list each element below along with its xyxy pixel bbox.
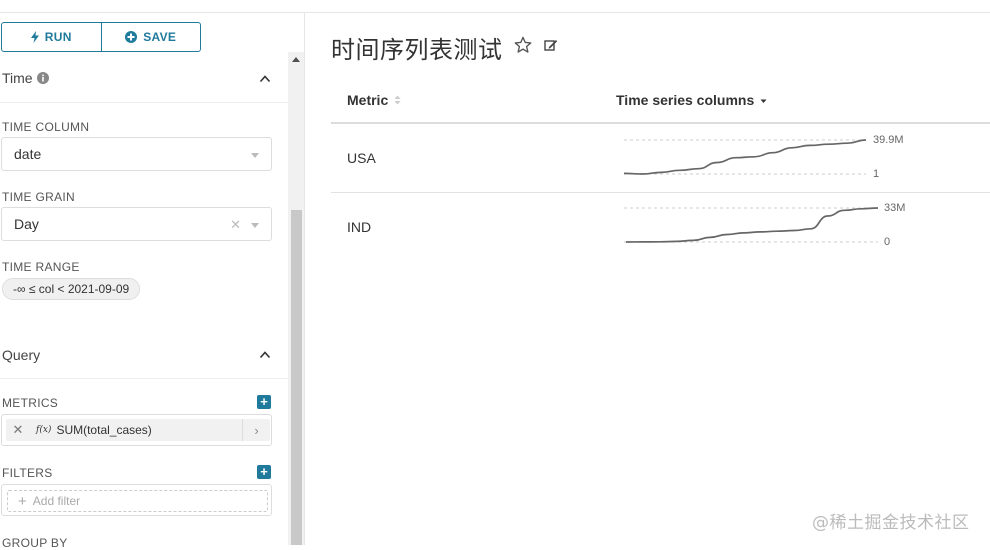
filters-field[interactable]: + Add filter bbox=[1, 484, 272, 516]
bolt-icon bbox=[30, 31, 39, 43]
sparkline-max-label: 39.9M bbox=[873, 134, 904, 146]
watermark: @稀土掘金技术社区 bbox=[812, 513, 970, 533]
time-series-header-label: Time series columns bbox=[616, 92, 755, 108]
sparkline-path bbox=[623, 139, 867, 175]
info-icon bbox=[36, 72, 49, 84]
save-button[interactable]: SAVE bbox=[100, 23, 201, 51]
metric-header-label: Metric bbox=[347, 92, 389, 108]
filters-label: FILTERS bbox=[2, 466, 53, 480]
time-section-header[interactable]: Time bbox=[2, 70, 49, 86]
time-column-select[interactable]: date bbox=[1, 137, 272, 171]
save-label: SAVE bbox=[143, 30, 177, 44]
table-row-metric: USA bbox=[347, 150, 376, 166]
time-grain-select[interactable]: Day ✕ bbox=[1, 207, 272, 241]
time-grain-value: Day bbox=[14, 216, 39, 232]
chevron-up-icon[interactable] bbox=[259, 349, 271, 361]
action-buttons: RUN SAVE bbox=[1, 22, 201, 52]
metrics-label: METRICS bbox=[2, 396, 59, 410]
run-label: RUN bbox=[44, 30, 72, 44]
fx-icon: f(x) bbox=[36, 425, 52, 435]
dropdown-caret-icon bbox=[251, 223, 259, 228]
chevron-up-icon[interactable] bbox=[259, 73, 271, 85]
clear-icon[interactable]: ✕ bbox=[230, 217, 241, 233]
sparkline-ind: 33M 0 bbox=[624, 202, 905, 248]
query-section-header[interactable]: Query bbox=[2, 347, 40, 363]
metric-column-header[interactable]: Metric bbox=[347, 92, 401, 108]
sort-icon[interactable] bbox=[394, 95, 401, 105]
star-icon[interactable] bbox=[514, 36, 532, 54]
metric-value: SUM(total_cases) bbox=[56, 423, 152, 437]
time-series-column-header[interactable]: Time series columns bbox=[616, 92, 767, 108]
plus-circle-icon bbox=[125, 31, 138, 43]
plus-icon: + bbox=[18, 492, 27, 510]
sparkline-min-label: 0 bbox=[884, 236, 890, 248]
time-grain-label: TIME GRAIN bbox=[2, 190, 76, 204]
table-row-metric: IND bbox=[347, 219, 372, 235]
metric-chip[interactable]: ✕ f(x) SUM(total_cases) › bbox=[6, 419, 270, 441]
time-range-label: TIME RANGE bbox=[2, 260, 80, 274]
scroll-up-icon[interactable] bbox=[292, 57, 300, 62]
group-by-label: GROUP BY bbox=[2, 536, 68, 550]
time-column-label: TIME COLUMN bbox=[2, 120, 90, 134]
edit-icon[interactable] bbox=[544, 38, 558, 52]
chart-title: 时间序列表测试 bbox=[331, 36, 503, 64]
chevron-right-icon[interactable]: › bbox=[242, 419, 270, 441]
remove-icon[interactable]: ✕ bbox=[6, 422, 30, 438]
add-filter-dropzone[interactable]: + Add filter bbox=[7, 490, 268, 512]
sparkline-min-label: 1 bbox=[873, 168, 879, 180]
sparkline-path bbox=[625, 207, 879, 243]
dropdown-caret-icon bbox=[251, 153, 259, 158]
add-filter-placeholder: Add filter bbox=[32, 494, 81, 508]
metrics-field[interactable]: ✕ f(x) SUM(total_cases) › bbox=[1, 414, 272, 446]
time-range-pill[interactable]: -∞ ≤ col < 2021-09-09 bbox=[2, 278, 141, 300]
control-panel: RUN SAVE Time TIME COLUMN date TIME GRAI… bbox=[0, 0, 305, 550]
sparkline-max-label: 33M bbox=[884, 202, 905, 214]
query-section-title: Query bbox=[2, 347, 41, 363]
add-filter-button[interactable]: + bbox=[257, 465, 271, 479]
sparkline-usa: 39.9M 1 bbox=[623, 134, 904, 180]
scrollbar-thumb[interactable] bbox=[291, 210, 302, 545]
time-column-value: date bbox=[14, 146, 42, 162]
add-metric-button[interactable]: + bbox=[257, 395, 271, 409]
time-section-title: Time bbox=[2, 70, 33, 86]
sort-desc-icon[interactable] bbox=[760, 95, 767, 105]
run-button[interactable]: RUN bbox=[2, 23, 101, 51]
